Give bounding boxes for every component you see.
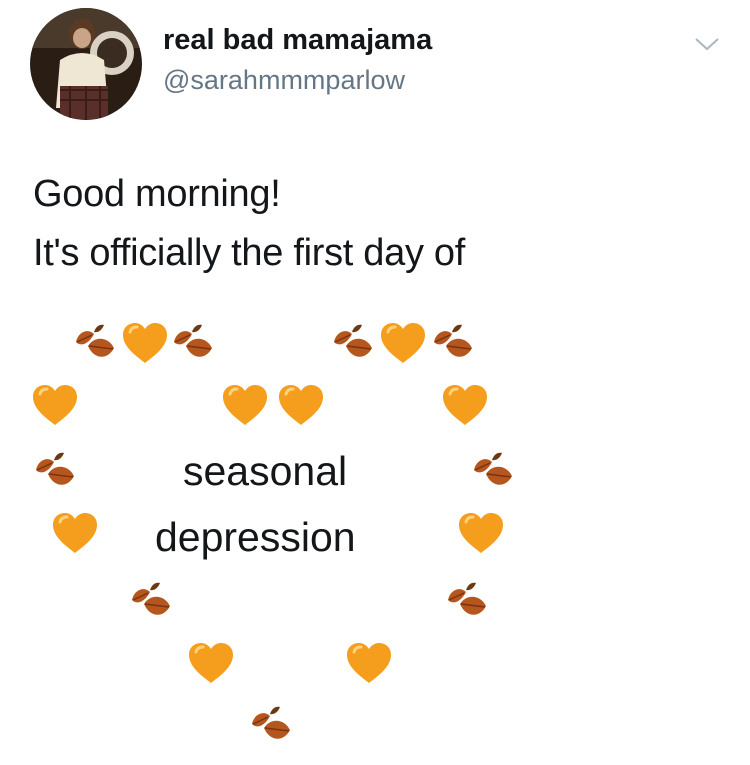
- orange-heart-icon: [50, 510, 100, 556]
- art-word: seasonal: [183, 448, 348, 494]
- orange-heart-icon: [276, 382, 326, 428]
- tweet-text-line: Good morning!: [33, 173, 281, 215]
- fallen-leaf-icon: [70, 320, 120, 366]
- display-name[interactable]: real bad mamajama: [163, 24, 432, 57]
- fallen-leaf-icon: [126, 578, 176, 624]
- fallen-leaf-icon: [30, 448, 80, 494]
- fallen-leaf-icon: [328, 320, 378, 366]
- fallen-leaf-icon: [246, 702, 296, 748]
- tweet-text-line: It's officially the first day of: [33, 232, 466, 274]
- orange-heart-icon: [378, 320, 428, 366]
- orange-heart-icon: [344, 640, 394, 686]
- emoji-heart-art: seasonal depression: [0, 300, 750, 765]
- chevron-down-icon[interactable]: [692, 34, 722, 54]
- orange-heart-icon: [186, 640, 236, 686]
- orange-heart-icon: [120, 320, 170, 366]
- fallen-leaf-icon: [468, 448, 518, 494]
- orange-heart-icon: [456, 510, 506, 556]
- fallen-leaf-icon: [442, 578, 492, 624]
- user-handle[interactable]: @sarahmmmparlow: [163, 65, 405, 96]
- art-word: depression: [155, 514, 356, 560]
- fallen-leaf-icon: [428, 320, 478, 366]
- avatar[interactable]: [30, 8, 142, 120]
- profile-photo-icon: [30, 8, 142, 120]
- orange-heart-icon: [30, 382, 80, 428]
- orange-heart-icon: [220, 382, 270, 428]
- orange-heart-icon: [440, 382, 490, 428]
- fallen-leaf-icon: [168, 320, 218, 366]
